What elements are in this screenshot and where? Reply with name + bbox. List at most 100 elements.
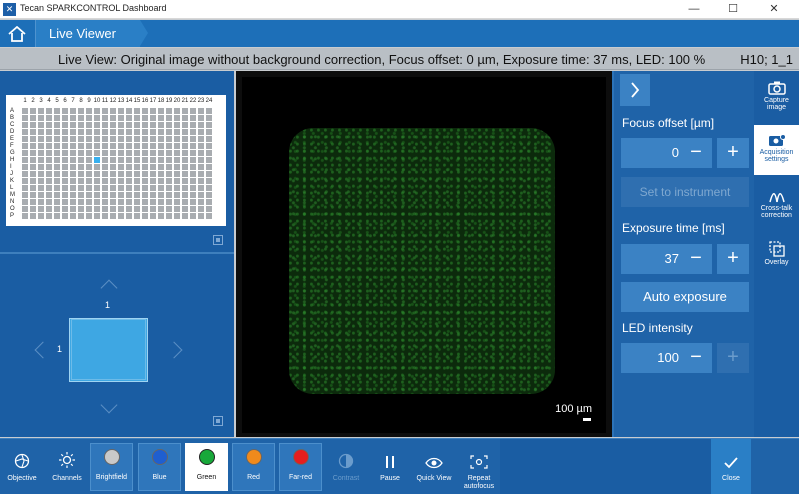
plate-well[interactable] [150, 192, 156, 198]
plate-well[interactable] [166, 213, 172, 219]
plate-well[interactable] [110, 157, 116, 163]
chevron-down-icon[interactable] [100, 396, 118, 414]
plate-well[interactable] [134, 178, 140, 184]
plate-well[interactable] [102, 213, 108, 219]
plate-well[interactable] [166, 150, 172, 156]
plate-well[interactable] [126, 192, 132, 198]
plate-well[interactable] [198, 122, 204, 128]
plate-well[interactable] [118, 199, 124, 205]
plate-well[interactable] [62, 136, 68, 142]
plate-well[interactable] [46, 143, 52, 149]
plate-well[interactable] [182, 136, 188, 142]
plate-well[interactable] [118, 129, 124, 135]
plate-well[interactable] [142, 185, 148, 191]
capture-image-button[interactable]: Capture image [754, 73, 799, 123]
plate-well[interactable] [126, 122, 132, 128]
plate-well[interactable] [54, 164, 60, 170]
plate-well[interactable] [190, 122, 196, 128]
plate-well[interactable] [102, 178, 108, 184]
plate-well[interactable] [38, 164, 44, 170]
plate-well[interactable] [62, 150, 68, 156]
plate-well[interactable] [190, 213, 196, 219]
focus-offset-input[interactable]: 0 [621, 138, 687, 168]
chevron-left-icon[interactable] [34, 341, 52, 359]
plate-well[interactable] [182, 164, 188, 170]
plate-well[interactable] [174, 157, 180, 163]
plate-well[interactable] [182, 143, 188, 149]
plate-well[interactable] [70, 199, 76, 205]
field-tile[interactable] [69, 318, 148, 382]
exposure-time-input[interactable]: 37 [621, 244, 687, 274]
plate-well[interactable] [46, 122, 52, 128]
plate-well[interactable] [134, 115, 140, 121]
plate-well[interactable] [150, 199, 156, 205]
brightfield-channel-button[interactable]: Brightfield [90, 443, 133, 491]
plate-well[interactable] [158, 192, 164, 198]
plate-well[interactable] [166, 108, 172, 114]
plate-well[interactable] [94, 206, 100, 212]
plate-well[interactable] [62, 115, 68, 121]
plate-well[interactable] [190, 199, 196, 205]
plate-well[interactable] [30, 122, 36, 128]
objective-button[interactable]: Objective [4, 439, 40, 494]
plate-well[interactable] [190, 157, 196, 163]
plate-well[interactable] [86, 115, 92, 121]
plate-well[interactable] [150, 108, 156, 114]
plate-well[interactable] [102, 199, 108, 205]
plate-well[interactable] [134, 171, 140, 177]
plate-well[interactable] [22, 115, 28, 121]
plate-well[interactable] [62, 185, 68, 191]
plate-well[interactable] [190, 206, 196, 212]
plate-well[interactable] [190, 150, 196, 156]
home-button[interactable] [0, 20, 34, 47]
plate-well[interactable] [134, 213, 140, 219]
plate-well[interactable] [86, 143, 92, 149]
plate-well[interactable] [198, 143, 204, 149]
plate-well[interactable] [46, 164, 52, 170]
plate-well[interactable] [166, 136, 172, 142]
plate-well[interactable] [126, 136, 132, 142]
plate-well[interactable] [102, 122, 108, 128]
plate-well[interactable] [38, 185, 44, 191]
plate-well[interactable] [86, 213, 92, 219]
plate-well[interactable] [78, 178, 84, 184]
plate-well[interactable] [198, 115, 204, 121]
plate-well[interactable] [198, 206, 204, 212]
plate-well[interactable] [54, 150, 60, 156]
plate-well[interactable] [190, 136, 196, 142]
plate-well[interactable] [54, 122, 60, 128]
plate-well[interactable] [174, 213, 180, 219]
plate-well[interactable] [54, 192, 60, 198]
plate-well[interactable] [78, 136, 84, 142]
overlay-button[interactable]: Overlay [754, 235, 799, 285]
focus-increase-button[interactable]: + [717, 138, 749, 168]
plate-well[interactable] [54, 171, 60, 177]
plate-well[interactable] [142, 157, 148, 163]
plate-well[interactable] [142, 192, 148, 198]
plate-well[interactable] [110, 129, 116, 135]
plate-well[interactable] [190, 178, 196, 184]
plate-well[interactable] [46, 199, 52, 205]
plate-well[interactable] [206, 129, 212, 135]
plate-well[interactable] [134, 199, 140, 205]
plate-well[interactable] [166, 115, 172, 121]
plate-well[interactable] [126, 129, 132, 135]
plate-well[interactable] [134, 164, 140, 170]
plate-well[interactable] [182, 157, 188, 163]
plate-well[interactable] [46, 178, 52, 184]
plate-well[interactable] [94, 108, 100, 114]
plate-well[interactable] [38, 108, 44, 114]
plate-well[interactable] [22, 143, 28, 149]
plate-well[interactable] [102, 150, 108, 156]
plate-well[interactable] [166, 206, 172, 212]
plate-well[interactable] [54, 178, 60, 184]
plate-well[interactable] [190, 164, 196, 170]
plate-well[interactable] [190, 171, 196, 177]
plate-well[interactable] [174, 129, 180, 135]
plate-well[interactable] [126, 143, 132, 149]
plate-well[interactable] [78, 164, 84, 170]
plate-well[interactable] [62, 213, 68, 219]
plate-well[interactable] [190, 129, 196, 135]
plate-well[interactable] [158, 213, 164, 219]
plate-well[interactable] [22, 206, 28, 212]
